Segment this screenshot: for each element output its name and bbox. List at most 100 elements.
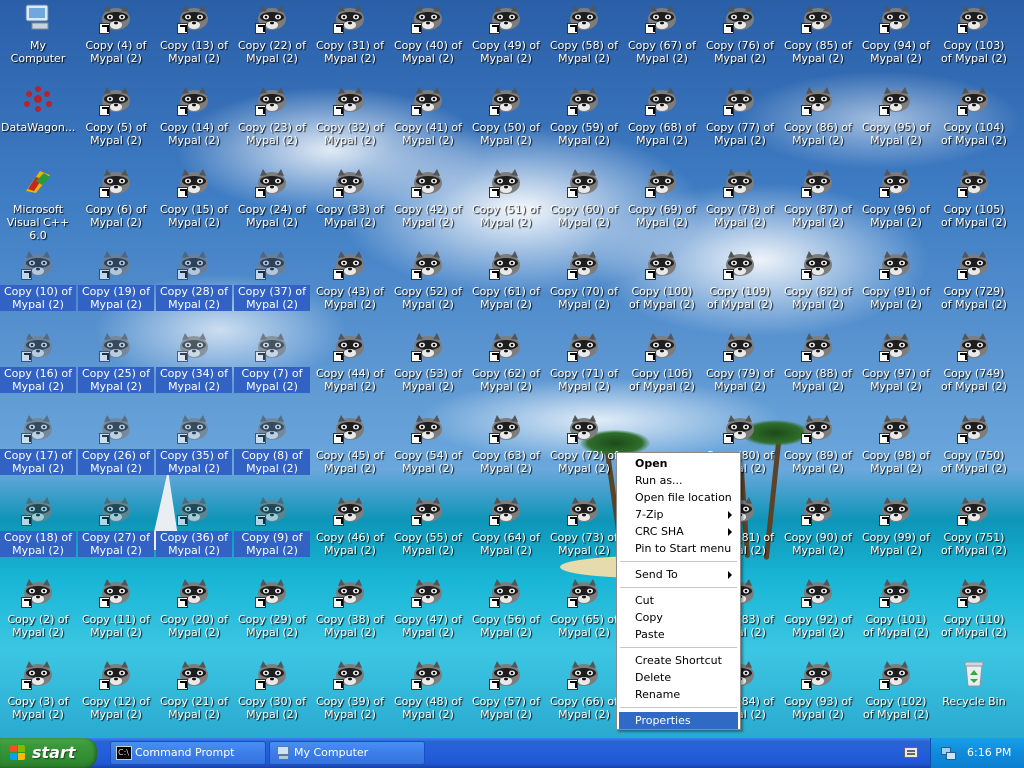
menu-item-create-shortcut[interactable]: Create Shortcut: [619, 652, 738, 669]
desktop-icon-copy-5-of-mypal-2[interactable]: Copy (5) of Mypal (2): [78, 82, 154, 164]
desktop-icon-copy-101-of-mypal-2[interactable]: Copy (101) of Mypal (2): [858, 574, 934, 656]
desktop-icon-copy-45-of-mypal-2[interactable]: Copy (45) of Mypal (2): [312, 410, 388, 492]
desktop-icon-copy-8-of-mypal-2[interactable]: Copy (8) of Mypal (2): [234, 410, 310, 492]
desktop-icon-copy-103-of-mypal-2[interactable]: Copy (103) of Mypal (2): [936, 0, 1012, 82]
desktop-icon-copy-12-of-mypal-2[interactable]: Copy (12) of Mypal (2): [78, 656, 154, 738]
desktop-icon-microsoft-visual-c-6-0[interactable]: Microsoft Visual C++ 6.0: [0, 164, 76, 246]
desktop-icon-copy-18-of-mypal-2[interactable]: Copy (18) of Mypal (2): [0, 492, 76, 574]
desktop-icon-copy-94-of-mypal-2[interactable]: Copy (94) of Mypal (2): [858, 0, 934, 82]
desktop-icon-copy-28-of-mypal-2[interactable]: Copy (28) of Mypal (2): [156, 246, 232, 328]
desktop-icon-copy-14-of-mypal-2[interactable]: Copy (14) of Mypal (2): [156, 82, 232, 164]
desktop-icon-copy-78-of-mypal-2[interactable]: Copy (78) of Mypal (2): [702, 164, 778, 246]
desktop-icon-copy-66-of-mypal-2[interactable]: Copy (66) of Mypal (2): [546, 656, 622, 738]
desktop-icon-copy-77-of-mypal-2[interactable]: Copy (77) of Mypal (2): [702, 82, 778, 164]
desktop-icon-copy-99-of-mypal-2[interactable]: Copy (99) of Mypal (2): [858, 492, 934, 574]
menu-item-rename[interactable]: Rename: [619, 686, 738, 703]
desktop-icon-copy-67-of-mypal-2[interactable]: Copy (67) of Mypal (2): [624, 0, 700, 82]
menu-item-run-as[interactable]: Run as...: [619, 472, 738, 489]
desktop-icon-copy-97-of-mypal-2[interactable]: Copy (97) of Mypal (2): [858, 328, 934, 410]
desktop-icon-copy-98-of-mypal-2[interactable]: Copy (98) of Mypal (2): [858, 410, 934, 492]
desktop-icon-copy-751-of-mypal-2[interactable]: Copy (751) of Mypal (2): [936, 492, 1012, 574]
desktop-icon-copy-51-of-mypal-2[interactable]: Copy (51) of Mypal (2): [468, 164, 544, 246]
menu-item-copy[interactable]: Copy: [619, 609, 738, 626]
desktop-icon-copy-55-of-mypal-2[interactable]: Copy (55) of Mypal (2): [390, 492, 466, 574]
desktop-icon-copy-48-of-mypal-2[interactable]: Copy (48) of Mypal (2): [390, 656, 466, 738]
desktop-icon-copy-36-of-mypal-2[interactable]: Copy (36) of Mypal (2): [156, 492, 232, 574]
start-button[interactable]: start: [0, 738, 97, 768]
desktop-icon-copy-52-of-mypal-2[interactable]: Copy (52) of Mypal (2): [390, 246, 466, 328]
desktop-icon-copy-44-of-mypal-2[interactable]: Copy (44) of Mypal (2): [312, 328, 388, 410]
desktop-icon-copy-19-of-mypal-2[interactable]: Copy (19) of Mypal (2): [78, 246, 154, 328]
desktop-icon-copy-16-of-mypal-2[interactable]: Copy (16) of Mypal (2): [0, 328, 76, 410]
desktop-icon-copy-27-of-mypal-2[interactable]: Copy (27) of Mypal (2): [78, 492, 154, 574]
desktop-icon-copy-25-of-mypal-2[interactable]: Copy (25) of Mypal (2): [78, 328, 154, 410]
desktop-icon-copy-22-of-mypal-2[interactable]: Copy (22) of Mypal (2): [234, 0, 310, 82]
desktop-icon-copy-56-of-mypal-2[interactable]: Copy (56) of Mypal (2): [468, 574, 544, 656]
desktop-icon-copy-35-of-mypal-2[interactable]: Copy (35) of Mypal (2): [156, 410, 232, 492]
desktop-icon-copy-96-of-mypal-2[interactable]: Copy (96) of Mypal (2): [858, 164, 934, 246]
desktop-icon-copy-60-of-mypal-2[interactable]: Copy (60) of Mypal (2): [546, 164, 622, 246]
desktop-icon-copy-105-of-mypal-2[interactable]: Copy (105) of Mypal (2): [936, 164, 1012, 246]
desktop-icon-copy-109-of-mypal-2[interactable]: Copy (109) of Mypal (2): [702, 246, 778, 328]
desktop-icon-copy-70-of-mypal-2[interactable]: Copy (70) of Mypal (2): [546, 246, 622, 328]
desktop-icon-copy-82-of-mypal-2[interactable]: Copy (82) of Mypal (2): [780, 246, 856, 328]
desktop-icon-copy-102-of-mypal-2[interactable]: Copy (102) of Mypal (2): [858, 656, 934, 738]
desktop-icon-copy-68-of-mypal-2[interactable]: Copy (68) of Mypal (2): [624, 82, 700, 164]
desktop-icon-copy-71-of-mypal-2[interactable]: Copy (71) of Mypal (2): [546, 328, 622, 410]
desktop-icon-copy-100-of-mypal-2[interactable]: Copy (100) of Mypal (2): [624, 246, 700, 328]
desktop-icon-copy-9-of-mypal-2[interactable]: Copy (9) of Mypal (2): [234, 492, 310, 574]
desktop-icon-copy-749-of-mypal-2[interactable]: Copy (749) of Mypal (2): [936, 328, 1012, 410]
desktop-icon-copy-30-of-mypal-2[interactable]: Copy (30) of Mypal (2): [234, 656, 310, 738]
desktop-icon-copy-20-of-mypal-2[interactable]: Copy (20) of Mypal (2): [156, 574, 232, 656]
desktop-icon-copy-750-of-mypal-2[interactable]: Copy (750) of Mypal (2): [936, 410, 1012, 492]
desktop-icon-copy-46-of-mypal-2[interactable]: Copy (46) of Mypal (2): [312, 492, 388, 574]
desktop-icon-copy-2-of-mypal-2[interactable]: Copy (2) of Mypal (2): [0, 574, 76, 656]
desktop-icon-copy-26-of-mypal-2[interactable]: Copy (26) of Mypal (2): [78, 410, 154, 492]
desktop-icon-copy-21-of-mypal-2[interactable]: Copy (21) of Mypal (2): [156, 656, 232, 738]
menu-item-paste[interactable]: Paste: [619, 626, 738, 643]
desktop-icon-copy-43-of-mypal-2[interactable]: Copy (43) of Mypal (2): [312, 246, 388, 328]
desktop-icon-copy-57-of-mypal-2[interactable]: Copy (57) of Mypal (2): [468, 656, 544, 738]
desktop-icon-copy-88-of-mypal-2[interactable]: Copy (88) of Mypal (2): [780, 328, 856, 410]
desktop-icon-copy-32-of-mypal-2[interactable]: Copy (32) of Mypal (2): [312, 82, 388, 164]
desktop-icon-copy-58-of-mypal-2[interactable]: Copy (58) of Mypal (2): [546, 0, 622, 82]
desktop-icon-copy-59-of-mypal-2[interactable]: Copy (59) of Mypal (2): [546, 82, 622, 164]
desktop-icon-copy-79-of-mypal-2[interactable]: Copy (79) of Mypal (2): [702, 328, 778, 410]
menu-item-7-zip[interactable]: 7-Zip: [619, 506, 738, 523]
clock[interactable]: 6:16 PM: [967, 738, 1011, 768]
desktop-icon-copy-42-of-mypal-2[interactable]: Copy (42) of Mypal (2): [390, 164, 466, 246]
desktop-icon-copy-41-of-mypal-2[interactable]: Copy (41) of Mypal (2): [390, 82, 466, 164]
desktop-icon-copy-76-of-mypal-2[interactable]: Copy (76) of Mypal (2): [702, 0, 778, 82]
desktop-icon-copy-37-of-mypal-2[interactable]: Copy (37) of Mypal (2): [234, 246, 310, 328]
desktop-icon-copy-87-of-mypal-2[interactable]: Copy (87) of Mypal (2): [780, 164, 856, 246]
desktop-icon-copy-54-of-mypal-2[interactable]: Copy (54) of Mypal (2): [390, 410, 466, 492]
desktop-icon-copy-10-of-mypal-2[interactable]: Copy (10) of Mypal (2): [0, 246, 76, 328]
desktop-icon-copy-62-of-mypal-2[interactable]: Copy (62) of Mypal (2): [468, 328, 544, 410]
desktop-icon-copy-13-of-mypal-2[interactable]: Copy (13) of Mypal (2): [156, 0, 232, 82]
task-command-prompt[interactable]: C:\ Command Prompt: [110, 741, 266, 765]
menu-item-delete[interactable]: Delete: [619, 669, 738, 686]
desktop[interactable]: My Computer DataWagon... Microsoft Visual …: [0, 0, 1024, 738]
desktop-icon-copy-39-of-mypal-2[interactable]: Copy (39) of Mypal (2): [312, 656, 388, 738]
desktop-icon-copy-89-of-mypal-2[interactable]: Copy (89) of Mypal (2): [780, 410, 856, 492]
desktop-icon-recycle-bin[interactable]: Recycle Bin: [936, 656, 1012, 738]
desktop-icon-copy-7-of-mypal-2[interactable]: Copy (7) of Mypal (2): [234, 328, 310, 410]
desktop-icon-copy-6-of-mypal-2[interactable]: Copy (6) of Mypal (2): [78, 164, 154, 246]
desktop-icon-copy-4-of-mypal-2[interactable]: Copy (4) of Mypal (2): [78, 0, 154, 82]
menu-item-properties[interactable]: Properties: [619, 712, 738, 729]
desktop-icon-copy-15-of-mypal-2[interactable]: Copy (15) of Mypal (2): [156, 164, 232, 246]
desktop-icon-copy-93-of-mypal-2[interactable]: Copy (93) of Mypal (2): [780, 656, 856, 738]
desktop-icon-copy-47-of-mypal-2[interactable]: Copy (47) of Mypal (2): [390, 574, 466, 656]
desktop-icon-copy-24-of-mypal-2[interactable]: Copy (24) of Mypal (2): [234, 164, 310, 246]
desktop-icon-copy-110-of-mypal-2[interactable]: Copy (110) of Mypal (2): [936, 574, 1012, 656]
desktop-icon-my-computer[interactable]: My Computer: [0, 0, 76, 82]
menu-item-crc-sha[interactable]: CRC SHA: [619, 523, 738, 540]
desktop-icon-copy-29-of-mypal-2[interactable]: Copy (29) of Mypal (2): [234, 574, 310, 656]
desktop-icon-copy-95-of-mypal-2[interactable]: Copy (95) of Mypal (2): [858, 82, 934, 164]
menu-item-open-file-location[interactable]: Open file location: [619, 489, 738, 506]
desktop-icon-copy-85-of-mypal-2[interactable]: Copy (85) of Mypal (2): [780, 0, 856, 82]
network-icon[interactable]: [941, 745, 957, 761]
menu-item-pin-to-start-menu[interactable]: Pin to Start menu: [619, 540, 738, 557]
desktop-icon-copy-61-of-mypal-2[interactable]: Copy (61) of Mypal (2): [468, 246, 544, 328]
desktop-icon-copy-73-of-mypal-2[interactable]: Copy (73) of Mypal (2): [546, 492, 622, 574]
